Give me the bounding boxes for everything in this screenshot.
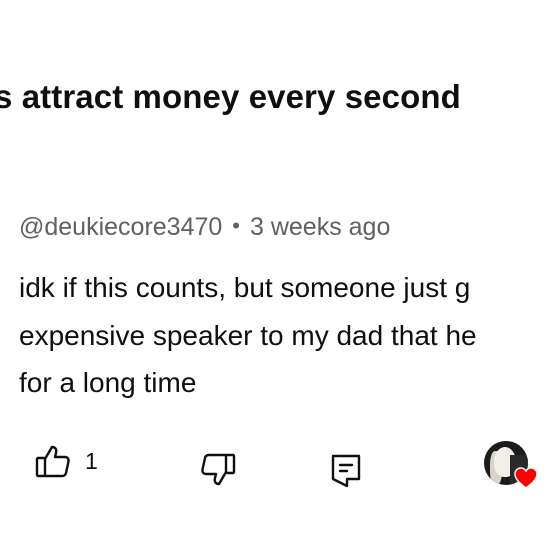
comment-thread: @deukiecore3470 • 3 weeks ago idk if this … <box>0 0 560 560</box>
creator-heart-badge[interactable] <box>484 441 538 489</box>
comment-text-line: for a long time <box>19 367 197 398</box>
comment-text-line: expensive speaker to my dad that he <box>19 319 477 351</box>
comment-text-line: idk if this counts, but someone just g <box>19 272 471 303</box>
thumbs-down-icon <box>200 453 236 492</box>
reply-button[interactable] <box>330 453 362 494</box>
comment-author[interactable]: @deukiecore3470 <box>19 213 222 241</box>
like-count: 1 <box>85 448 98 474</box>
heart-icon <box>514 467 538 494</box>
comment-timestamp[interactable]: 3 weeks ago <box>250 213 390 241</box>
thumbs-up-icon <box>35 444 71 483</box>
like-button[interactable]: 1 <box>35 444 98 483</box>
meta-separator: • <box>232 213 240 238</box>
reply-comment-icon <box>330 453 362 494</box>
dislike-button[interactable] <box>200 453 236 492</box>
comment-header: @deukiecore3470 • 3 weeks ago <box>19 213 390 242</box>
comment-text: idk if this counts, but someone just g e… <box>19 264 560 407</box>
